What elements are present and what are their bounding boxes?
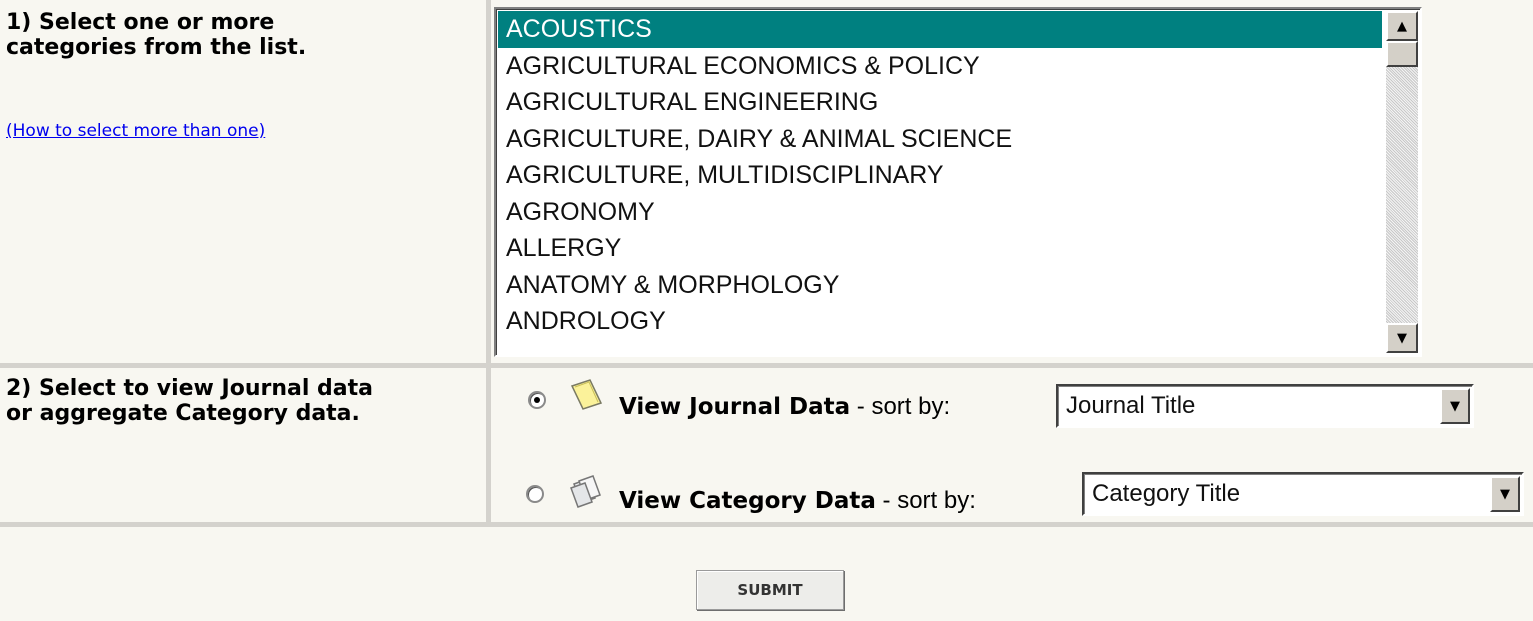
category-sort-text: - sort by: (875, 487, 976, 514)
category-option[interactable]: AGRICULTURE, DAIRY & ANIMAL SCIENCE (498, 121, 1382, 158)
step1-heading: 1) Select one or more categories from th… (6, 10, 306, 60)
journal-sort-dropdown-button[interactable]: ▼ (1440, 388, 1470, 424)
category-option[interactable]: AGRICULTURE, MULTIDISCIPLINARY (498, 157, 1382, 194)
category-option[interactable]: ANATOMY & MORPHOLOGY (498, 267, 1382, 304)
journal-option-title: View Journal Data (619, 394, 851, 420)
category-option[interactable]: AGRONOMY (498, 194, 1382, 231)
scroll-thumb[interactable] (1386, 41, 1418, 67)
category-option[interactable]: AGRICULTURAL ECONOMICS & POLICY (498, 48, 1382, 85)
category-option[interactable]: ACOUSTICS (498, 11, 1382, 48)
step2-heading: 2) Select to view Journal data or aggreg… (6, 376, 373, 426)
journal-data-radio[interactable] (528, 391, 546, 409)
category-listbox[interactable]: ACOUSTICS AGRICULTURAL ECONOMICS & POLICY… (494, 7, 1422, 357)
chevron-down-icon: ▼ (1450, 398, 1460, 414)
step2-line1: 2) Select to view Journal data (6, 376, 374, 401)
radio-checked-dot (534, 397, 540, 403)
step1-line2: categories from the list. (6, 35, 307, 60)
scroll-up-button[interactable]: ▲ (1386, 11, 1418, 41)
listbox-scrollbar[interactable]: ▲ ▼ (1386, 11, 1418, 353)
category-option[interactable]: AGRICULTURAL ENGINEERING (498, 84, 1382, 121)
category-option-label: View Category Data - sort by: (619, 487, 976, 515)
category-option-title: View Category Data (619, 488, 876, 514)
scroll-down-button[interactable]: ▼ (1386, 323, 1418, 353)
chevron-down-icon: ▼ (1500, 486, 1510, 502)
category-icon (570, 475, 601, 508)
journal-icon (570, 379, 603, 410)
arrow-up-icon: ▲ (1397, 18, 1407, 34)
journal-sort-select[interactable]: Journal Title ▼ (1056, 384, 1474, 428)
category-options: ACOUSTICS AGRICULTURAL ECONOMICS & POLICY… (498, 11, 1382, 340)
how-to-select-link[interactable]: (How to select more than one) (6, 121, 265, 141)
category-option[interactable]: ALLERGY (498, 230, 1382, 267)
category-sort-value: Category Title (1092, 480, 1241, 507)
step1-line1: 1) Select one or more (6, 10, 275, 35)
category-sort-dropdown-button[interactable]: ▼ (1490, 476, 1520, 512)
category-option[interactable]: ANDROLOGY (498, 303, 1382, 340)
arrow-down-icon: ▼ (1397, 330, 1407, 346)
journal-sort-text: - sort by: (850, 393, 951, 420)
category-data-radio[interactable] (526, 485, 544, 503)
category-sort-select[interactable]: Category Title ▼ (1082, 472, 1524, 516)
step2-line2: or aggregate Category data. (6, 401, 360, 426)
journal-option-label: View Journal Data - sort by: (619, 393, 950, 421)
journal-sort-value: Journal Title (1066, 392, 1196, 419)
submit-button[interactable]: SUBMIT (696, 570, 844, 610)
